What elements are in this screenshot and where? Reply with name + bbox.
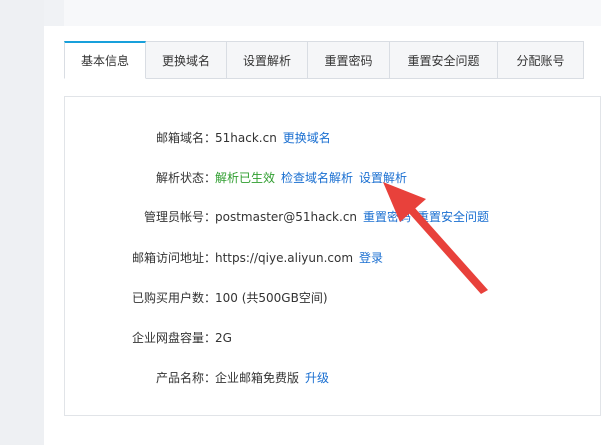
product-value-group: 企业邮箱免费版 升级 bbox=[215, 368, 329, 388]
disk-label: 企业网盘容量： bbox=[131, 331, 216, 345]
row-product-name: 产品名称： 企业邮箱免费版 升级 bbox=[65, 368, 601, 388]
upgrade-link[interactable]: 升级 bbox=[305, 371, 329, 385]
tab-dns-setup[interactable]: 设置解析 bbox=[227, 41, 308, 79]
users-value: 100 (共500GB空间) bbox=[215, 291, 328, 305]
url-label: 邮箱访问地址： bbox=[131, 251, 216, 265]
row-domain: 邮箱域名： 51hack.cn 更换域名 bbox=[65, 128, 601, 148]
product-label: 产品名称： bbox=[155, 371, 216, 385]
url-value-group: https://qiye.aliyun.com 登录 bbox=[215, 248, 383, 268]
reset-password-link[interactable]: 重置密码 bbox=[363, 210, 411, 224]
disk-value: 2G bbox=[215, 331, 232, 345]
row-dns-status: 解析状态： 解析已生效 检查域名解析 设置解析 bbox=[65, 168, 601, 188]
row-mail-url: 邮箱访问地址： https://qiye.aliyun.com 登录 bbox=[65, 248, 601, 268]
tab-reset-password[interactable]: 重置密码 bbox=[308, 41, 390, 79]
domain-value: 51hack.cn bbox=[215, 131, 277, 145]
admin-value: postmaster@51hack.cn bbox=[215, 210, 358, 224]
admin-value-group: postmaster@51hack.cn 重置密码 重置安全问题 bbox=[215, 207, 489, 227]
setup-dns-link[interactable]: 设置解析 bbox=[359, 171, 407, 185]
tab-bar: 基本信息 更换域名 设置解析 重置密码 重置安全问题 分配账号 bbox=[64, 41, 584, 79]
login-link[interactable]: 登录 bbox=[359, 251, 383, 265]
domain-label: 邮箱域名： bbox=[155, 131, 216, 145]
url-value: https://qiye.aliyun.com bbox=[215, 251, 354, 265]
left-strip bbox=[0, 0, 44, 445]
tab-reset-security-question[interactable]: 重置安全问题 bbox=[390, 41, 498, 79]
row-user-count: 已购买用户数： 100 (共500GB空间) bbox=[65, 288, 601, 308]
product-value: 企业邮箱免费版 bbox=[215, 371, 300, 385]
admin-label: 管理员帐号： bbox=[143, 210, 216, 224]
dns-value-group: 解析已生效 检查域名解析 设置解析 bbox=[215, 168, 407, 188]
check-dns-link[interactable]: 检查域名解析 bbox=[281, 171, 353, 185]
change-domain-link[interactable]: 更换域名 bbox=[283, 131, 331, 145]
tab-basic-info[interactable]: 基本信息 bbox=[64, 41, 146, 79]
reset-question-link[interactable]: 重置安全问题 bbox=[417, 210, 489, 224]
top-bar bbox=[64, 0, 601, 26]
dns-status-value: 解析已生效 bbox=[215, 171, 276, 185]
tab-change-domain[interactable]: 更换域名 bbox=[146, 41, 227, 79]
row-disk-capacity: 企业网盘容量： 2G bbox=[65, 328, 601, 348]
info-panel: 邮箱域名： 51hack.cn 更换域名 解析状态： 解析已生效 检查域名解析 设置解… bbox=[64, 96, 601, 416]
dns-status-label: 解析状态： bbox=[155, 171, 216, 185]
users-label: 已购买用户数： bbox=[131, 291, 216, 305]
domain-value-group: 51hack.cn 更换域名 bbox=[215, 128, 331, 148]
row-admin-account: 管理员帐号： postmaster@51hack.cn 重置密码 重置安全问题 bbox=[65, 207, 601, 227]
tab-assign-accounts[interactable]: 分配账号 bbox=[498, 41, 584, 79]
